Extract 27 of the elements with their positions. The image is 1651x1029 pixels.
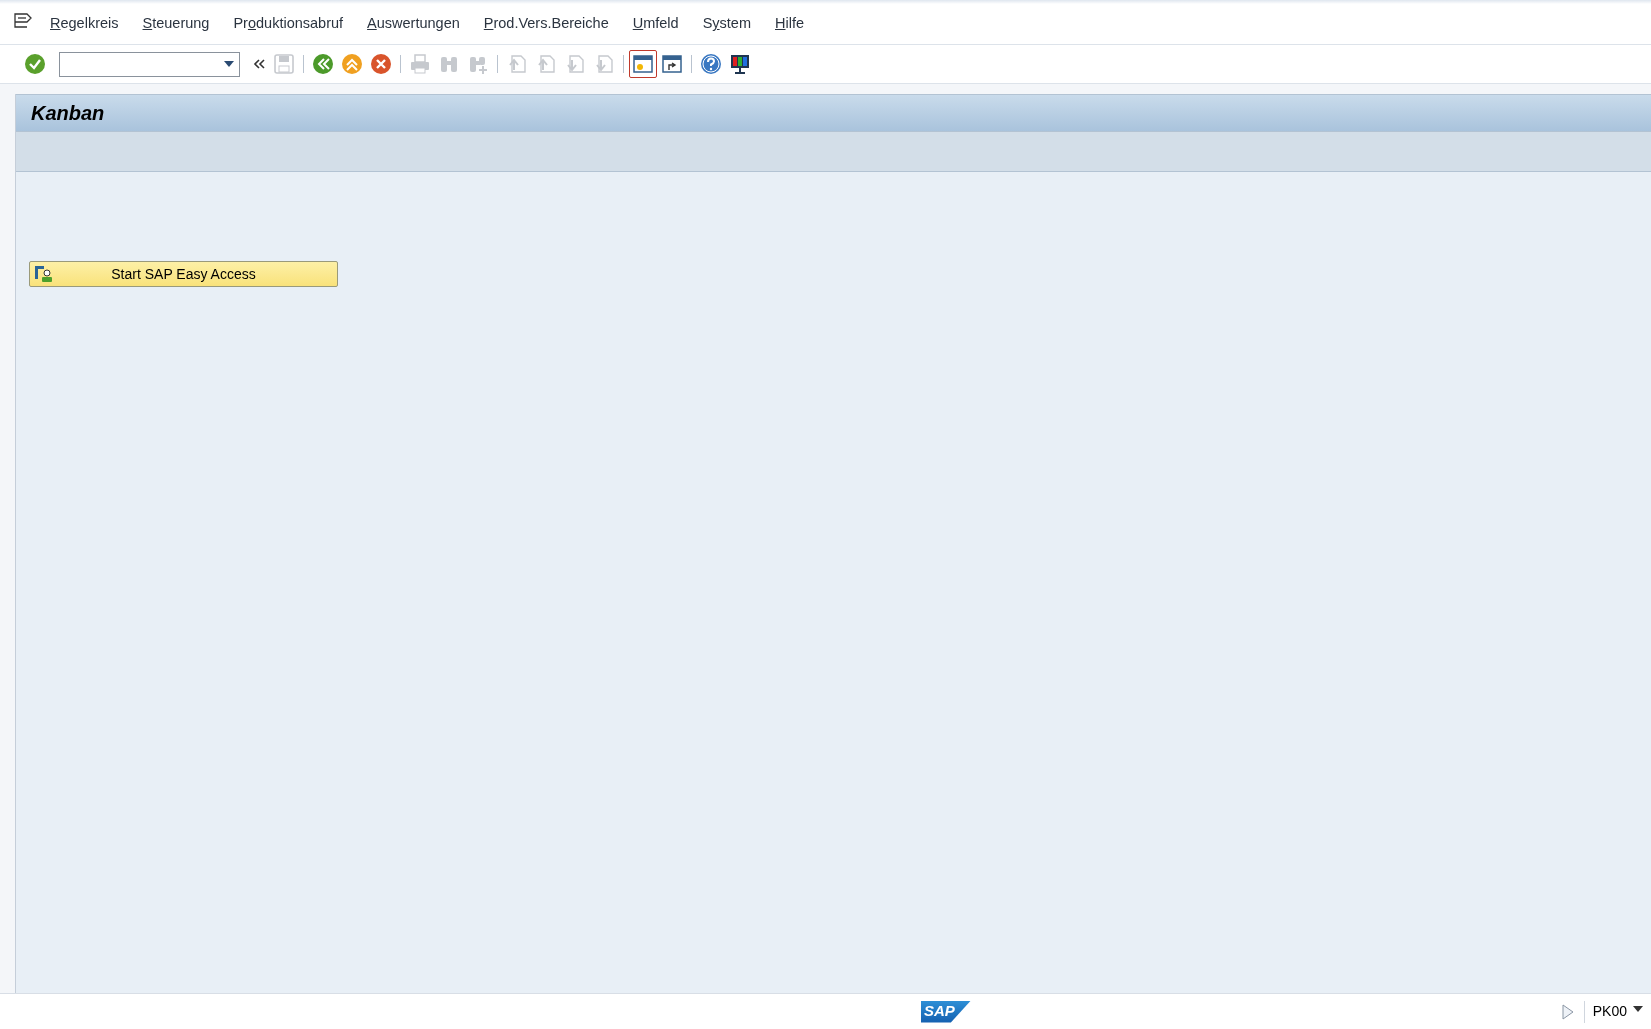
menu-item[interactable]: Regelkreis <box>50 13 119 35</box>
command-field[interactable] <box>59 51 240 77</box>
start-easy-access-button[interactable]: Start SAP Easy Access <box>29 261 338 287</box>
checkmark-icon[interactable] <box>24 53 46 75</box>
dropdown-icon[interactable] <box>224 61 234 67</box>
menu-icon[interactable] <box>14 13 34 29</box>
sap-logo: SAP <box>920 1000 971 1023</box>
play-triangle-icon[interactable] <box>1561 1003 1574 1020</box>
user-screen-icon <box>34 265 54 283</box>
menu-item[interactable]: Hilfe <box>775 13 805 35</box>
double-chevron-icon[interactable] <box>252 57 266 71</box>
exit-icon[interactable] <box>341 53 363 75</box>
dropdown-icon[interactable] <box>1633 1005 1643 1012</box>
menu-item[interactable]: Steuerung <box>142 13 210 35</box>
menu-item[interactable]: Auswertungen <box>367 13 460 35</box>
back-icon[interactable] <box>312 53 334 75</box>
screen-title: Kanban <box>31 101 105 126</box>
new-window-icon[interactable] <box>632 53 654 75</box>
menu-item[interactable]: System <box>702 13 751 35</box>
transaction-code: PK00 <box>1592 1002 1627 1021</box>
cancel-icon[interactable] <box>370 53 392 75</box>
shortcut-window-icon[interactable] <box>661 53 683 75</box>
menu-item[interactable]: Prod.Vers.Bereiche <box>483 13 609 35</box>
monitor-icon[interactable] <box>729 53 751 75</box>
help-icon[interactable] <box>700 53 722 75</box>
menu-item[interactable]: Produktionsabruf <box>233 13 344 35</box>
menu-item[interactable]: Umfeld <box>632 13 679 35</box>
